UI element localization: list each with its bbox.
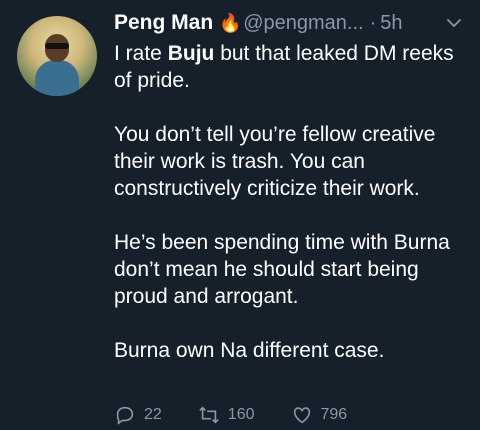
like-count: 796 [320,406,348,423]
reply-button[interactable]: 22 [114,404,162,426]
intro-text: I rate [114,42,168,65]
fire-emoji-icon: 🔥 [219,12,242,33]
chevron-down-icon[interactable] [446,15,462,31]
avatar[interactable] [17,16,97,96]
avatar-body [35,60,79,96]
tweet-paragraph-1: I rate Buju but that leaked DM reeks of … [114,40,470,94]
tweet-actions: 22 160 796 [114,400,470,430]
like-button[interactable]: 796 [291,404,348,426]
bold-mention: Buju [167,42,215,65]
retweet-icon [199,406,219,424]
reply-icon [116,406,134,425]
tweet-header: Peng Man 🔥 @pengman... · 5h [114,6,464,40]
tweet-paragraph-2: You don’t tell you’re fellow creative th… [114,123,436,200]
separator-dot: · [369,11,377,34]
heart-icon [293,407,310,424]
retweet-count: 160 [227,406,255,423]
reply-count: 22 [144,406,162,423]
retweet-button[interactable]: 160 [198,404,255,426]
author-name[interactable]: Peng Man [114,11,213,35]
author-handle[interactable]: @pengman... [243,12,363,35]
timestamp[interactable]: 5h [380,12,402,35]
tweet-paragraph-4: Burna own Na different case. [114,339,385,362]
avatar-sunglasses [45,43,69,49]
tweet-paragraph-3: He’s been spending time with Burna don’t… [114,231,450,308]
tweet-text: I rate Buju but that leaked DM reeks of … [114,40,470,391]
